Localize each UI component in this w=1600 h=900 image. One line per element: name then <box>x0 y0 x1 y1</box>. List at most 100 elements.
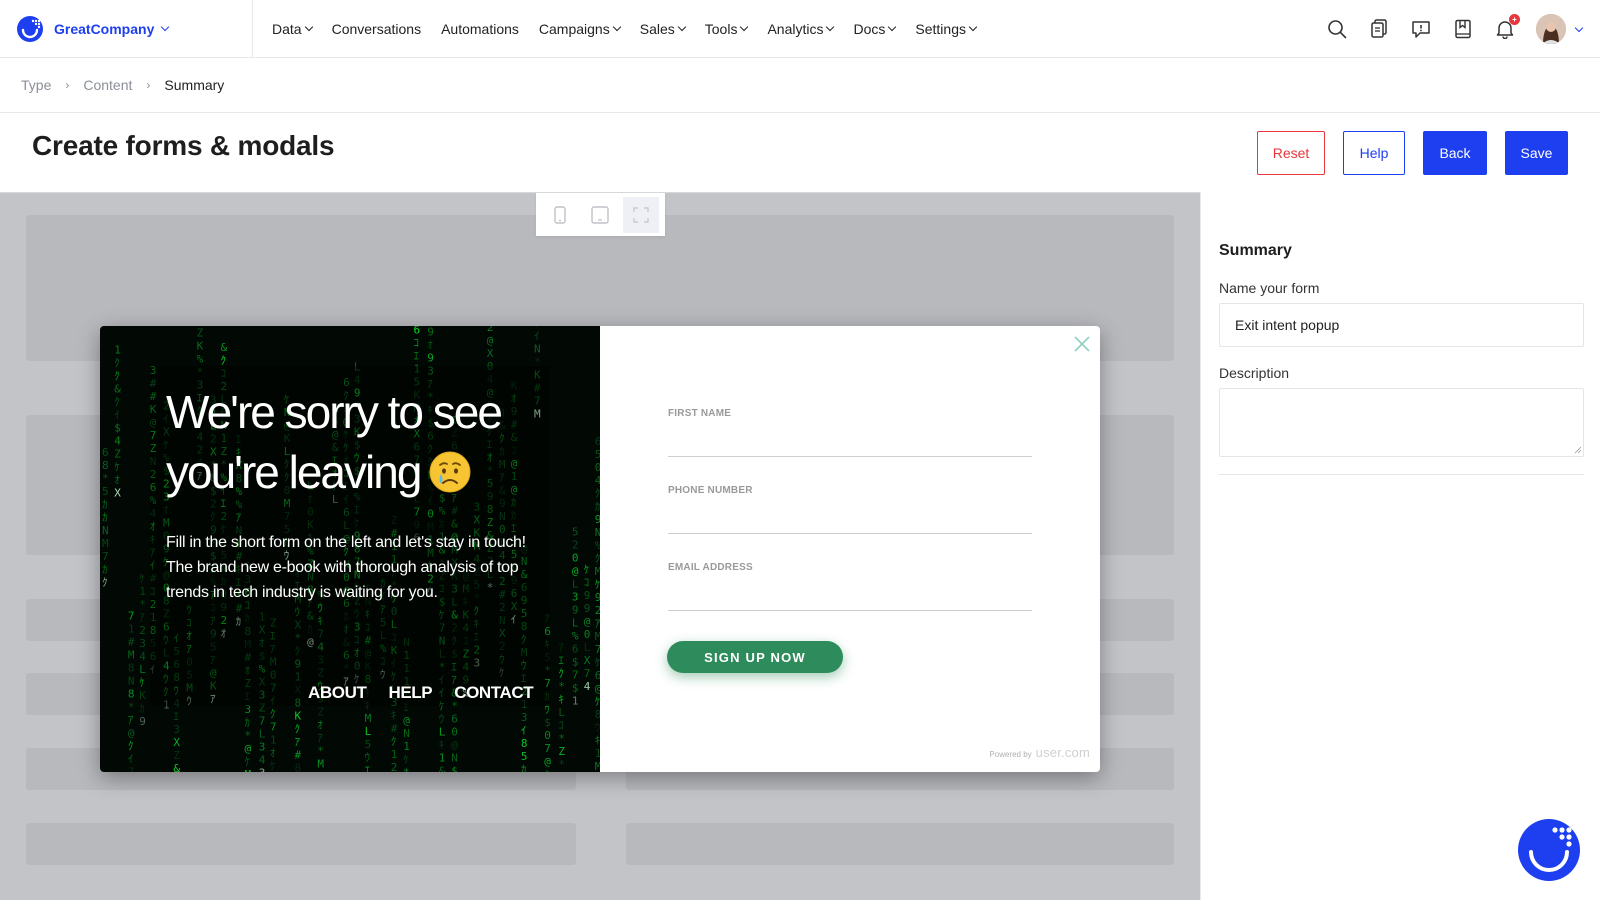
matrix-glyph: ｸ <box>114 356 120 369</box>
matrix-glyph: ｴ <box>558 771 564 772</box>
matrix-glyph: 5 <box>102 485 109 498</box>
matrix-glyph: ｱ <box>139 611 145 624</box>
nav-docs[interactable]: Docs <box>853 21 897 37</box>
main-nav: Data Conversations Automations Campaigns… <box>253 21 978 37</box>
matrix-glyph: @ <box>451 739 458 752</box>
matrix-glyph: 6 <box>102 446 109 459</box>
matrix-glyph: ｺ <box>414 336 420 349</box>
phone-number-input[interactable] <box>668 504 1032 534</box>
matrix-glyph: N <box>534 343 541 356</box>
description-label: Description <box>1219 365 1290 381</box>
matrix-glyph: 4 <box>584 680 591 693</box>
top-navigation: GreatCompany Data Conversations Automati… <box>0 0 1600 58</box>
matrix-glyph: % <box>572 630 579 643</box>
matrix-glyph: $ <box>451 765 458 772</box>
description-textarea[interactable] <box>1219 388 1584 457</box>
first-name-input[interactable] <box>668 427 1032 457</box>
matrix-glyph: ｵ <box>270 747 276 760</box>
matrix-glyph: & <box>221 341 228 354</box>
matrix-glyph: M <box>365 712 372 725</box>
matrix-glyph: ｷ <box>558 693 564 706</box>
matrix-glyph: ｱ <box>295 736 301 749</box>
form-name-input[interactable] <box>1219 303 1584 347</box>
matrix-glyph: @ <box>584 615 591 628</box>
matrix-glyph: 1 <box>128 622 135 635</box>
bell-icon[interactable]: + <box>1494 14 1520 40</box>
breadcrumb-separator: › <box>65 78 70 92</box>
nav-conversations[interactable]: Conversations <box>332 21 422 37</box>
matrix-glyph: * <box>558 680 565 693</box>
modal-form: FIRST NAME PHONE NUMBER EMAIL ADDRESS SI… <box>600 326 1100 772</box>
matrix-glyph: ｷ <box>439 739 445 752</box>
nav-campaigns[interactable]: Campaigns <box>539 21 621 37</box>
matrix-glyph: 9 <box>584 602 591 615</box>
matrix-glyph: 4 <box>259 754 266 767</box>
mobile-icon[interactable] <box>542 197 578 233</box>
matrix-glyph: ｱ <box>317 732 323 745</box>
nav-analytics[interactable]: Analytics <box>767 21 835 37</box>
matrix-glyph: N <box>451 752 458 765</box>
matrix-glyph: ｹ <box>270 760 276 772</box>
search-icon[interactable] <box>1326 18 1348 40</box>
chat-widget-icon[interactable] <box>1517 818 1581 882</box>
bookmark-icon[interactable] <box>1452 18 1474 40</box>
nav-data[interactable]: Data <box>272 21 313 37</box>
matrix-glyph: 2 <box>391 761 398 772</box>
nav-automations[interactable]: Automations <box>441 21 519 37</box>
matrix-glyph: 1 <box>572 695 579 708</box>
matrix-glyph: M <box>245 768 252 772</box>
help-link[interactable]: HELP <box>388 683 432 703</box>
matrix-glyph: & <box>439 765 446 773</box>
matrix-glyph: M <box>317 758 324 771</box>
email-address-input[interactable] <box>668 581 1032 611</box>
matrix-glyph: 3 <box>259 767 266 773</box>
contact-link[interactable]: CONTACT <box>454 683 533 703</box>
back-button[interactable]: Back <box>1423 131 1487 175</box>
matrix-glyph: 7 <box>128 765 135 772</box>
matrix-glyph: # <box>391 722 398 735</box>
matrix-glyph: L <box>139 663 146 676</box>
brand-switcher[interactable]: GreatCompany <box>0 0 253 58</box>
matrix-glyph: $ <box>114 421 121 434</box>
matrix-glyph: N <box>128 674 135 687</box>
help-button[interactable]: Help <box>1343 131 1405 175</box>
matrix-glyph: 3 <box>173 723 180 736</box>
breadcrumb-content[interactable]: Content <box>83 77 132 93</box>
form-name-label: Name your form <box>1219 280 1320 296</box>
matrix-glyph: 9 <box>427 352 434 365</box>
sign-up-button[interactable]: SIGN UP NOW <box>667 641 843 673</box>
about-link[interactable]: ABOUT <box>308 683 367 703</box>
matrix-glyph: ｸ <box>221 354 227 367</box>
matrix-glyph: ｵ <box>427 339 433 352</box>
matrix-glyph: 9 <box>572 604 579 617</box>
reset-button[interactable]: Reset <box>1257 131 1325 175</box>
matrix-glyph: M <box>128 648 135 661</box>
documents-icon[interactable] <box>1368 18 1390 40</box>
matrix-glyph: 5 <box>521 750 528 763</box>
nav-settings[interactable]: Settings <box>915 21 978 37</box>
powered-by-brand[interactable]: user.com <box>1036 745 1090 760</box>
email-address-label: EMAIL ADDRESS <box>668 562 753 573</box>
matrix-glyph: * <box>558 758 565 771</box>
chevron-down-icon <box>968 22 978 32</box>
matrix-glyph: 8 <box>102 459 109 472</box>
tablet-icon[interactable] <box>582 197 618 233</box>
breadcrumb-type[interactable]: Type <box>21 77 51 93</box>
matrix-glyph: 4 <box>139 650 146 663</box>
matrix-glyph: 1 <box>270 734 277 747</box>
close-icon[interactable] <box>1072 334 1092 354</box>
nav-tools[interactable]: Tools <box>705 21 749 37</box>
user-menu[interactable] <box>1536 14 1584 44</box>
matrix-glyph: 9 <box>584 589 591 602</box>
matrix-glyph: $ <box>572 656 579 669</box>
matrix-glyph: @ <box>245 742 252 755</box>
save-button[interactable]: Save <box>1505 131 1568 175</box>
nav-sales[interactable]: Sales <box>640 21 687 37</box>
feedback-icon[interactable] <box>1410 18 1432 40</box>
matrix-glyph: ｺ <box>558 719 564 732</box>
matrix-glyph: ｲ <box>521 724 527 737</box>
fullscreen-icon[interactable] <box>622 196 659 233</box>
matrix-glyph: 1 <box>391 748 398 761</box>
matrix-glyph: & <box>114 382 121 395</box>
resize-handle-icon[interactable] <box>1574 446 1582 454</box>
